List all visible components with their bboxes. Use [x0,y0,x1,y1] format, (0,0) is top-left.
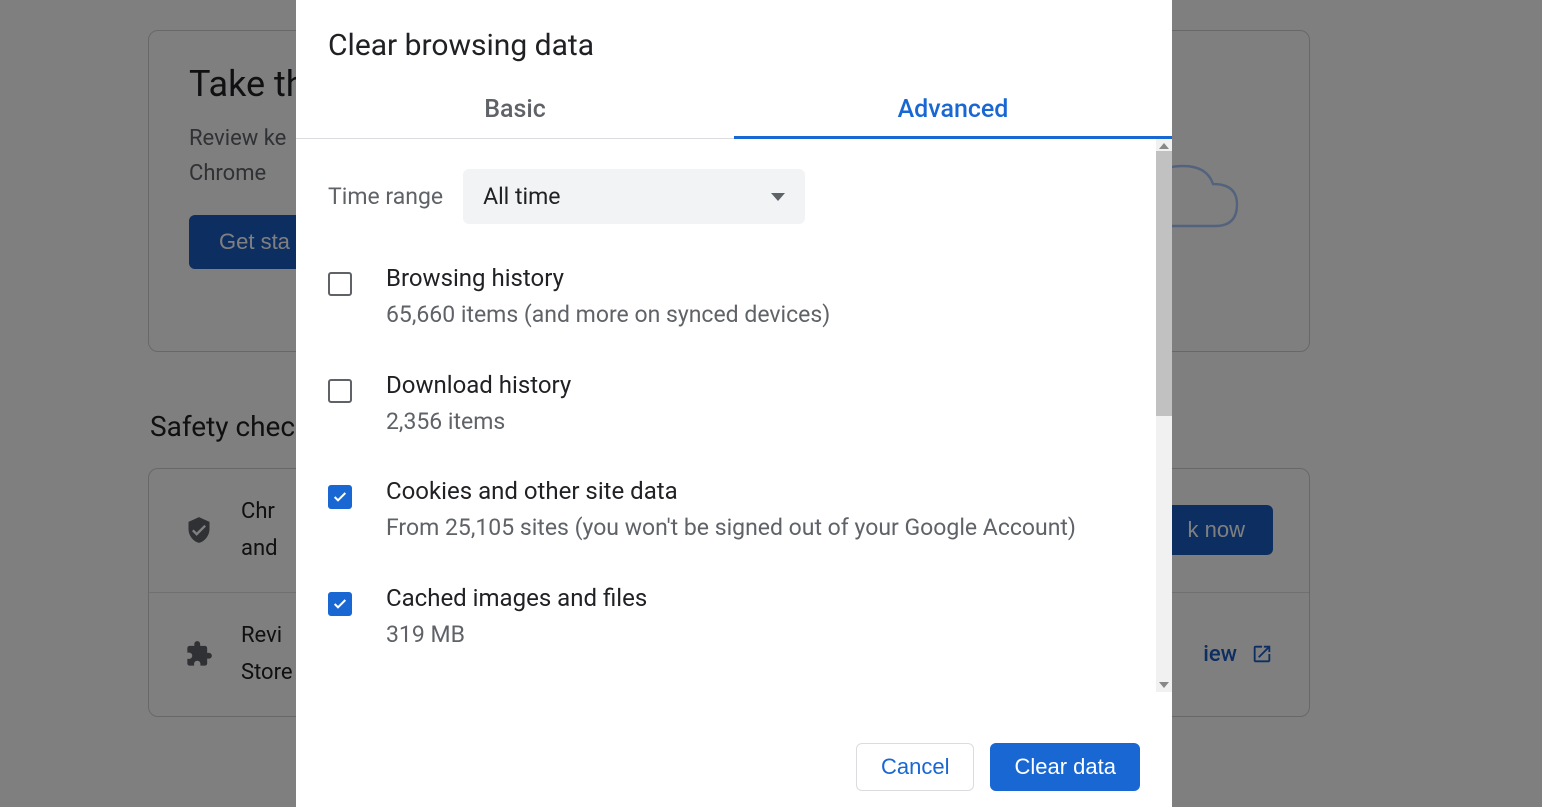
scroll-up-icon[interactable] [1159,143,1169,149]
option-cookies: Cookies and other site data From 25,105 … [328,477,1140,546]
option-subtitle: 2,356 items [386,405,1140,440]
time-range-label: Time range [328,183,443,210]
clear-browsing-data-dialog: Clear browsing data Basic Advanced Time … [296,0,1172,807]
option-title: Cookies and other site data [386,477,1140,505]
checkbox-browsing-history[interactable] [328,272,352,296]
chevron-down-icon [771,193,785,201]
option-download-history: Download history 2,356 items [328,371,1140,440]
dialog-body: Time range All time Browsing history 65,… [296,139,1172,719]
dialog-tabs: Basic Advanced [296,83,1172,139]
scroll-down-icon[interactable] [1159,682,1169,688]
checkbox-download-history[interactable] [328,379,352,403]
clear-data-button[interactable]: Clear data [990,743,1140,791]
time-range-value: All time [483,183,560,210]
option-browsing-history: Browsing history 65,660 items (and more … [328,264,1140,333]
option-subtitle: 65,660 items (and more on synced devices… [386,298,1140,333]
option-subtitle: From 25,105 sites (you won't be signed o… [386,511,1140,546]
tab-advanced[interactable]: Advanced [734,83,1172,138]
tab-basic[interactable]: Basic [296,83,734,138]
option-title: Download history [386,371,1140,399]
option-title: Cached images and files [386,584,1140,612]
option-title: Browsing history [386,264,1140,292]
checkbox-cached-images[interactable] [328,592,352,616]
option-cached-images: Cached images and files 319 MB [328,584,1140,653]
option-subtitle: 319 MB [386,618,1140,653]
dialog-title: Clear browsing data [296,0,1172,83]
time-range-row: Time range All time [328,169,1140,224]
checkbox-cookies[interactable] [328,485,352,509]
cancel-button[interactable]: Cancel [856,743,974,791]
scrollbar[interactable] [1156,139,1172,692]
scrollbar-thumb[interactable] [1156,151,1172,416]
time-range-select[interactable]: All time [463,169,805,224]
dialog-actions: Cancel Clear data [296,719,1172,807]
